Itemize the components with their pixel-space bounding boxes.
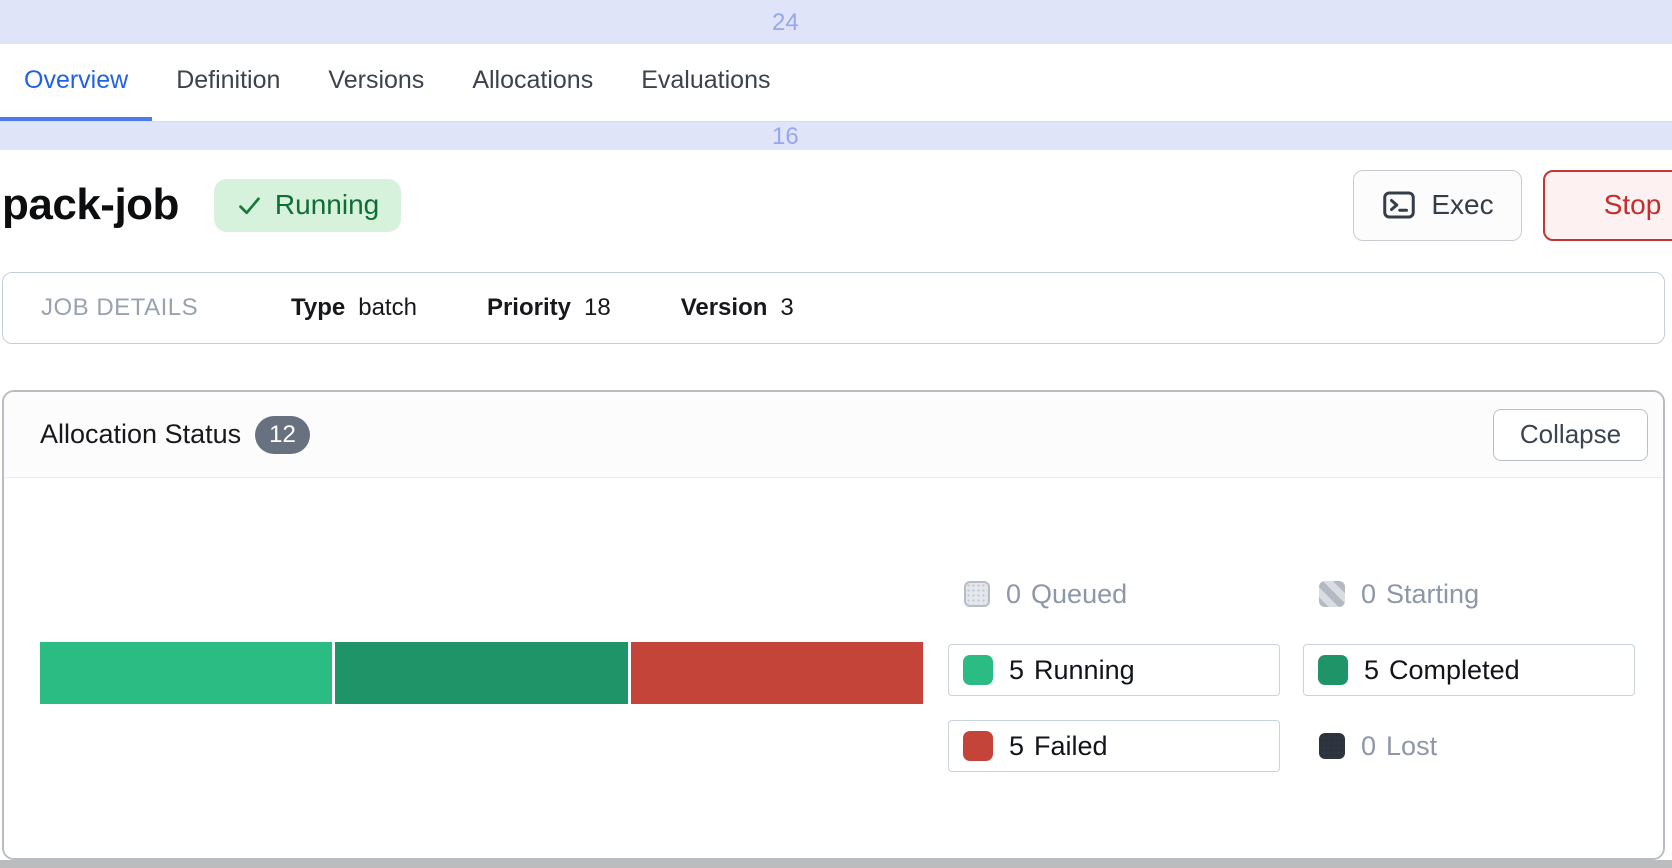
terminal-icon <box>1381 187 1417 223</box>
queued-swatch <box>964 581 990 607</box>
failed-label: Failed <box>1034 731 1108 762</box>
allocation-bar <box>40 642 923 704</box>
spacer-value-top: 24 <box>772 9 832 37</box>
completed-swatch <box>1318 655 1348 685</box>
job-type-field: Type batch <box>291 294 417 322</box>
exec-button-label: Exec <box>1431 189 1493 221</box>
job-type-label: Type <box>291 294 345 322</box>
starting-swatch <box>1319 581 1345 607</box>
tab-allocations-label: Allocations <box>472 66 593 95</box>
job-version-field: Version 3 <box>681 294 794 322</box>
allocation-count-badge: 12 <box>255 416 310 454</box>
tab-versions-label: Versions <box>328 66 424 95</box>
job-details-panel: JOB DETAILS Type batch Priority 18 Versi… <box>2 272 1665 344</box>
tab-overview[interactable]: Overview <box>0 44 152 121</box>
stop-button-label: Stop <box>1604 189 1662 221</box>
lost-label: Lost <box>1386 731 1437 762</box>
job-tabbar: Overview Definition Versions Allocations… <box>0 44 1672 122</box>
spacer-annotation-middle: 16 <box>0 122 1672 150</box>
exec-button[interactable]: Exec <box>1353 170 1522 241</box>
running-swatch <box>963 655 993 685</box>
job-type-value: batch <box>358 294 417 322</box>
page-title: pack-job <box>2 180 179 230</box>
failed-count: 5 <box>1009 731 1024 762</box>
job-priority-value: 18 <box>584 294 611 322</box>
allocation-chart-area: 0 Queued 0 Starting 5 Running 5 Complete… <box>4 478 1663 860</box>
collapse-button[interactable]: Collapse <box>1493 409 1648 461</box>
allocation-status-panel: Allocation Status 12 Collapse 0 Queued 0… <box>2 390 1665 860</box>
job-priority-label: Priority <box>487 294 571 322</box>
tab-definition-label: Definition <box>176 66 280 95</box>
lost-count: 0 <box>1361 731 1376 762</box>
job-overview-page: 24 Overview Definition Versions Allocati… <box>0 0 1672 868</box>
tab-overview-label: Overview <box>24 66 128 95</box>
bar-segment-failed[interactable] <box>631 642 923 704</box>
completed-count: 5 <box>1364 655 1379 686</box>
starting-label: Starting <box>1386 579 1479 610</box>
job-priority-field: Priority 18 <box>487 294 611 322</box>
status-badge-label: Running <box>275 189 379 221</box>
tab-definition[interactable]: Definition <box>152 44 304 121</box>
legend-item-lost: 0 Lost <box>1303 720 1635 772</box>
legend-item-starting: 0 Starting <box>1303 568 1635 620</box>
tab-evaluations-label: Evaluations <box>641 66 770 95</box>
tab-evaluations[interactable]: Evaluations <box>617 44 794 121</box>
starting-count: 0 <box>1361 579 1376 610</box>
running-label: Running <box>1034 655 1135 686</box>
bar-segment-running[interactable] <box>40 642 332 704</box>
legend-item-queued: 0 Queued <box>948 568 1280 620</box>
check-icon <box>236 192 263 219</box>
queued-label: Queued <box>1031 579 1127 610</box>
job-details-heading: JOB DETAILS <box>41 294 221 322</box>
status-badge: Running <box>214 179 401 232</box>
tab-allocations[interactable]: Allocations <box>448 44 617 121</box>
stop-button[interactable]: Stop <box>1543 170 1672 241</box>
bar-segment-completed[interactable] <box>335 642 627 704</box>
completed-label: Completed <box>1389 655 1520 686</box>
tab-versions[interactable]: Versions <box>304 44 448 121</box>
legend-item-completed[interactable]: 5 Completed <box>1303 644 1635 696</box>
spacer-annotation-top: 24 <box>0 0 1672 44</box>
job-version-label: Version <box>681 294 768 322</box>
page-header: pack-job Running Exec Stop <box>0 150 1672 260</box>
spacer-value-middle: 16 <box>772 123 832 151</box>
running-count: 5 <box>1009 655 1024 686</box>
allocation-legend: 0 Queued 0 Starting 5 Running 5 Complete… <box>948 568 1635 772</box>
allocation-status-title: Allocation Status <box>40 419 241 450</box>
legend-item-failed[interactable]: 5 Failed <box>948 720 1280 772</box>
job-version-value: 3 <box>780 294 793 322</box>
lost-swatch <box>1319 733 1345 759</box>
queued-count: 0 <box>1006 579 1021 610</box>
allocation-status-header: Allocation Status 12 Collapse <box>4 392 1663 478</box>
legend-item-running[interactable]: 5 Running <box>948 644 1280 696</box>
failed-swatch <box>963 731 993 761</box>
bottom-edge-strip <box>0 860 1672 868</box>
